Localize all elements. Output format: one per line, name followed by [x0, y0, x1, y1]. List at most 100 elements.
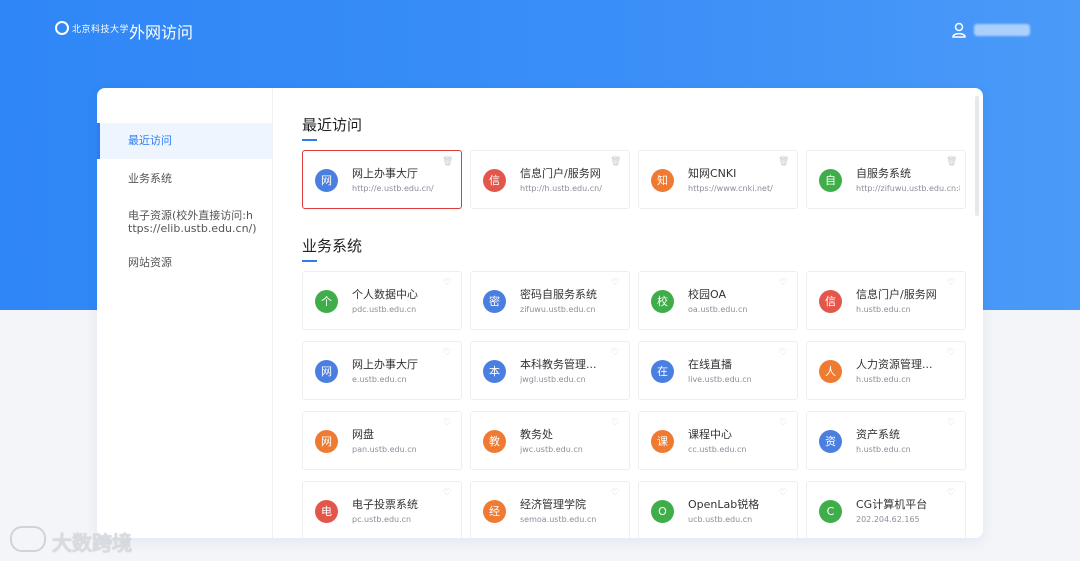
- heart-icon[interactable]: ♡: [610, 278, 620, 288]
- app-url: pan.ustb.edu.cn: [352, 445, 417, 454]
- app-name: 网上办事大厅: [352, 167, 418, 180]
- app-icon: 网: [315, 169, 338, 192]
- content-area: 最近访问 网网上办事大厅 http://e.ustb.edu.cn/🗑 信信息门户/…: [274, 88, 983, 538]
- app-url: semoa.ustb.edu.cn: [520, 515, 597, 524]
- app-url: e.ustb.edu.cn: [352, 375, 407, 384]
- heart-icon[interactable]: ♡: [946, 418, 956, 428]
- app-url: live.ustb.edu.cn: [688, 375, 752, 384]
- app-url: http://h.ustb.edu.cn/: [520, 184, 602, 193]
- app-name: 经济管理学院: [520, 498, 586, 511]
- heart-icon[interactable]: ♡: [778, 418, 788, 428]
- business-card[interactable]: 在 在线直播 live.ustb.edu.cn ♡: [638, 341, 798, 400]
- sidebar-item-label: 业务系统: [128, 172, 172, 185]
- app-url: jwgl.ustb.edu.cn: [520, 375, 586, 384]
- app-icon: O: [651, 500, 674, 523]
- app-icon: 在: [651, 360, 674, 383]
- app-url: http://e.ustb.edu.cn/: [352, 184, 434, 193]
- app-icon: C: [819, 500, 842, 523]
- trash-icon[interactable]: 🗑: [778, 157, 789, 167]
- business-card[interactable]: O OpenLab锐格 ucb.ustb.edu.cn ♡: [638, 481, 798, 538]
- university-emblem-icon: [55, 21, 69, 35]
- app-name: 网上办事大厅: [352, 358, 418, 371]
- trash-icon[interactable]: 🗑: [946, 157, 957, 167]
- user-name-blurred: [974, 24, 1030, 36]
- app-icon: 网: [315, 430, 338, 453]
- recent-card[interactable]: 网 网上办事大厅 http://e.ustb.edu.cn/ 🗑: [302, 150, 462, 209]
- recent-card[interactable]: 自 自服务系统 http://zifuwu.ustb.edu.cn:8 🗑: [806, 150, 966, 209]
- recent-card[interactable]: 信 信息门户/服务网 http://h.ustb.edu.cn/ 🗑: [470, 150, 630, 209]
- app-icon: 密: [483, 290, 506, 313]
- sidebar-item-recent[interactable]: 最近访问: [97, 123, 272, 159]
- business-card[interactable]: 资 资产系统 h.ustb.edu.cn ♡: [806, 411, 966, 470]
- app-name: 校园OA: [688, 288, 726, 301]
- heart-icon[interactable]: ♡: [442, 418, 452, 428]
- sidebar-item-websites[interactable]: 网站资源: [97, 256, 272, 269]
- heart-icon[interactable]: ♡: [442, 488, 452, 498]
- business-card[interactable]: 个 个人数据中心 pdc.ustb.edu.cn ♡: [302, 271, 462, 330]
- app-icon: 自: [819, 169, 842, 192]
- business-card[interactable]: 密 密码自服务系统 zifuwu.ustb.edu.cn ♡: [470, 271, 630, 330]
- app-icon: 电: [315, 500, 338, 523]
- heart-icon[interactable]: ♡: [946, 348, 956, 358]
- app-name: 信息门户/服务网: [520, 167, 601, 180]
- app-icon: 校: [651, 290, 674, 313]
- section-title-business: 业务系统: [302, 237, 363, 262]
- app-icon: 知: [651, 169, 674, 192]
- university-logo-text: 北京科技大学: [72, 25, 130, 35]
- app-icon: 网: [315, 360, 338, 383]
- app-name: CG计算机平台: [856, 498, 928, 511]
- app-url: http://zifuwu.ustb.edu.cn:8: [856, 184, 960, 193]
- heart-icon[interactable]: ♡: [610, 348, 620, 358]
- sidebar-item-label: 网站资源: [128, 256, 172, 269]
- business-card[interactable]: 本 本科教务管理... jwgl.ustb.edu.cn ♡: [470, 341, 630, 400]
- heart-icon[interactable]: ♡: [778, 488, 788, 498]
- app-name: 知网CNKI: [688, 167, 737, 180]
- trash-icon[interactable]: 🗑: [442, 157, 453, 167]
- heart-icon[interactable]: ♡: [946, 278, 956, 288]
- heart-icon[interactable]: ♡: [778, 348, 788, 358]
- trash-icon[interactable]: 🗑: [610, 157, 621, 167]
- business-card[interactable]: 课 课程中心 cc.ustb.edu.cn ♡: [638, 411, 798, 470]
- heart-icon[interactable]: ♡: [946, 488, 956, 498]
- sidebar-item-label: 电子资源(校外直接访问:https://elib.ustb.edu.cn/): [128, 209, 257, 235]
- app-name: 人力资源管理...: [856, 358, 933, 371]
- heart-icon[interactable]: ♡: [442, 348, 452, 358]
- heart-icon[interactable]: ♡: [610, 418, 620, 428]
- app-url: cc.ustb.edu.cn: [688, 445, 747, 454]
- heart-icon[interactable]: ♡: [442, 278, 452, 288]
- scrollbar[interactable]: [975, 96, 979, 216]
- app-url: https://www.cnki.net/: [688, 184, 773, 193]
- app-icon: 人: [819, 360, 842, 383]
- app-name: 本科教务管理...: [520, 358, 597, 371]
- business-card[interactable]: 人 人力资源管理... h.ustb.edu.cn ♡: [806, 341, 966, 400]
- main-panel: 最近访问 业务系统 电子资源(校外直接访问:https://elib.ustb.…: [97, 88, 983, 538]
- business-card[interactable]: C CG计算机平台 202.204.62.165 ♡: [806, 481, 966, 538]
- sidebar-item-label: 最近访问: [128, 134, 172, 147]
- app-url: pdc.ustb.edu.cn: [352, 305, 417, 314]
- business-card[interactable]: 网 网上办事大厅 e.ustb.edu.cn ♡: [302, 341, 462, 400]
- user-icon: [952, 22, 966, 38]
- recent-card[interactable]: 知 知网CNKI https://www.cnki.net/ 🗑: [638, 150, 798, 209]
- university-logo[interactable]: 北京科技大学: [55, 19, 129, 39]
- app-name: 自服务系统: [856, 167, 911, 180]
- heart-icon[interactable]: ♡: [610, 488, 620, 498]
- business-card[interactable]: 经 经济管理学院 semoa.ustb.edu.cn ♡: [470, 481, 630, 538]
- app-name: 个人数据中心: [352, 288, 418, 301]
- business-card[interactable]: 信 信息门户/服务网 h.ustb.edu.cn ♡: [806, 271, 966, 330]
- app-icon: 经: [483, 500, 506, 523]
- app-title: 外网访问: [129, 23, 194, 42]
- watermark-text: 大数跨境: [52, 531, 132, 555]
- app-url: h.ustb.edu.cn: [856, 375, 911, 384]
- business-card[interactable]: 电 电子投票系统 pc.ustb.edu.cn ♡: [302, 481, 462, 538]
- app-name: 资产系统: [856, 428, 900, 441]
- app-icon: 信: [819, 290, 842, 313]
- watermark-logo-icon: [10, 526, 46, 552]
- sidebar-item-eresources[interactable]: 电子资源(校外直接访问:https://elib.ustb.edu.cn/): [97, 209, 257, 235]
- business-card[interactable]: 网 网盘 pan.ustb.edu.cn ♡: [302, 411, 462, 470]
- app-name: 电子投票系统: [352, 498, 418, 511]
- app-url: pc.ustb.edu.cn: [352, 515, 412, 524]
- heart-icon[interactable]: ♡: [778, 278, 788, 288]
- business-card[interactable]: 教 教务处 jwc.ustb.edu.cn ♡: [470, 411, 630, 470]
- sidebar-item-business[interactable]: 业务系统: [97, 172, 272, 185]
- business-card[interactable]: 校 校园OA oa.ustb.edu.cn ♡: [638, 271, 798, 330]
